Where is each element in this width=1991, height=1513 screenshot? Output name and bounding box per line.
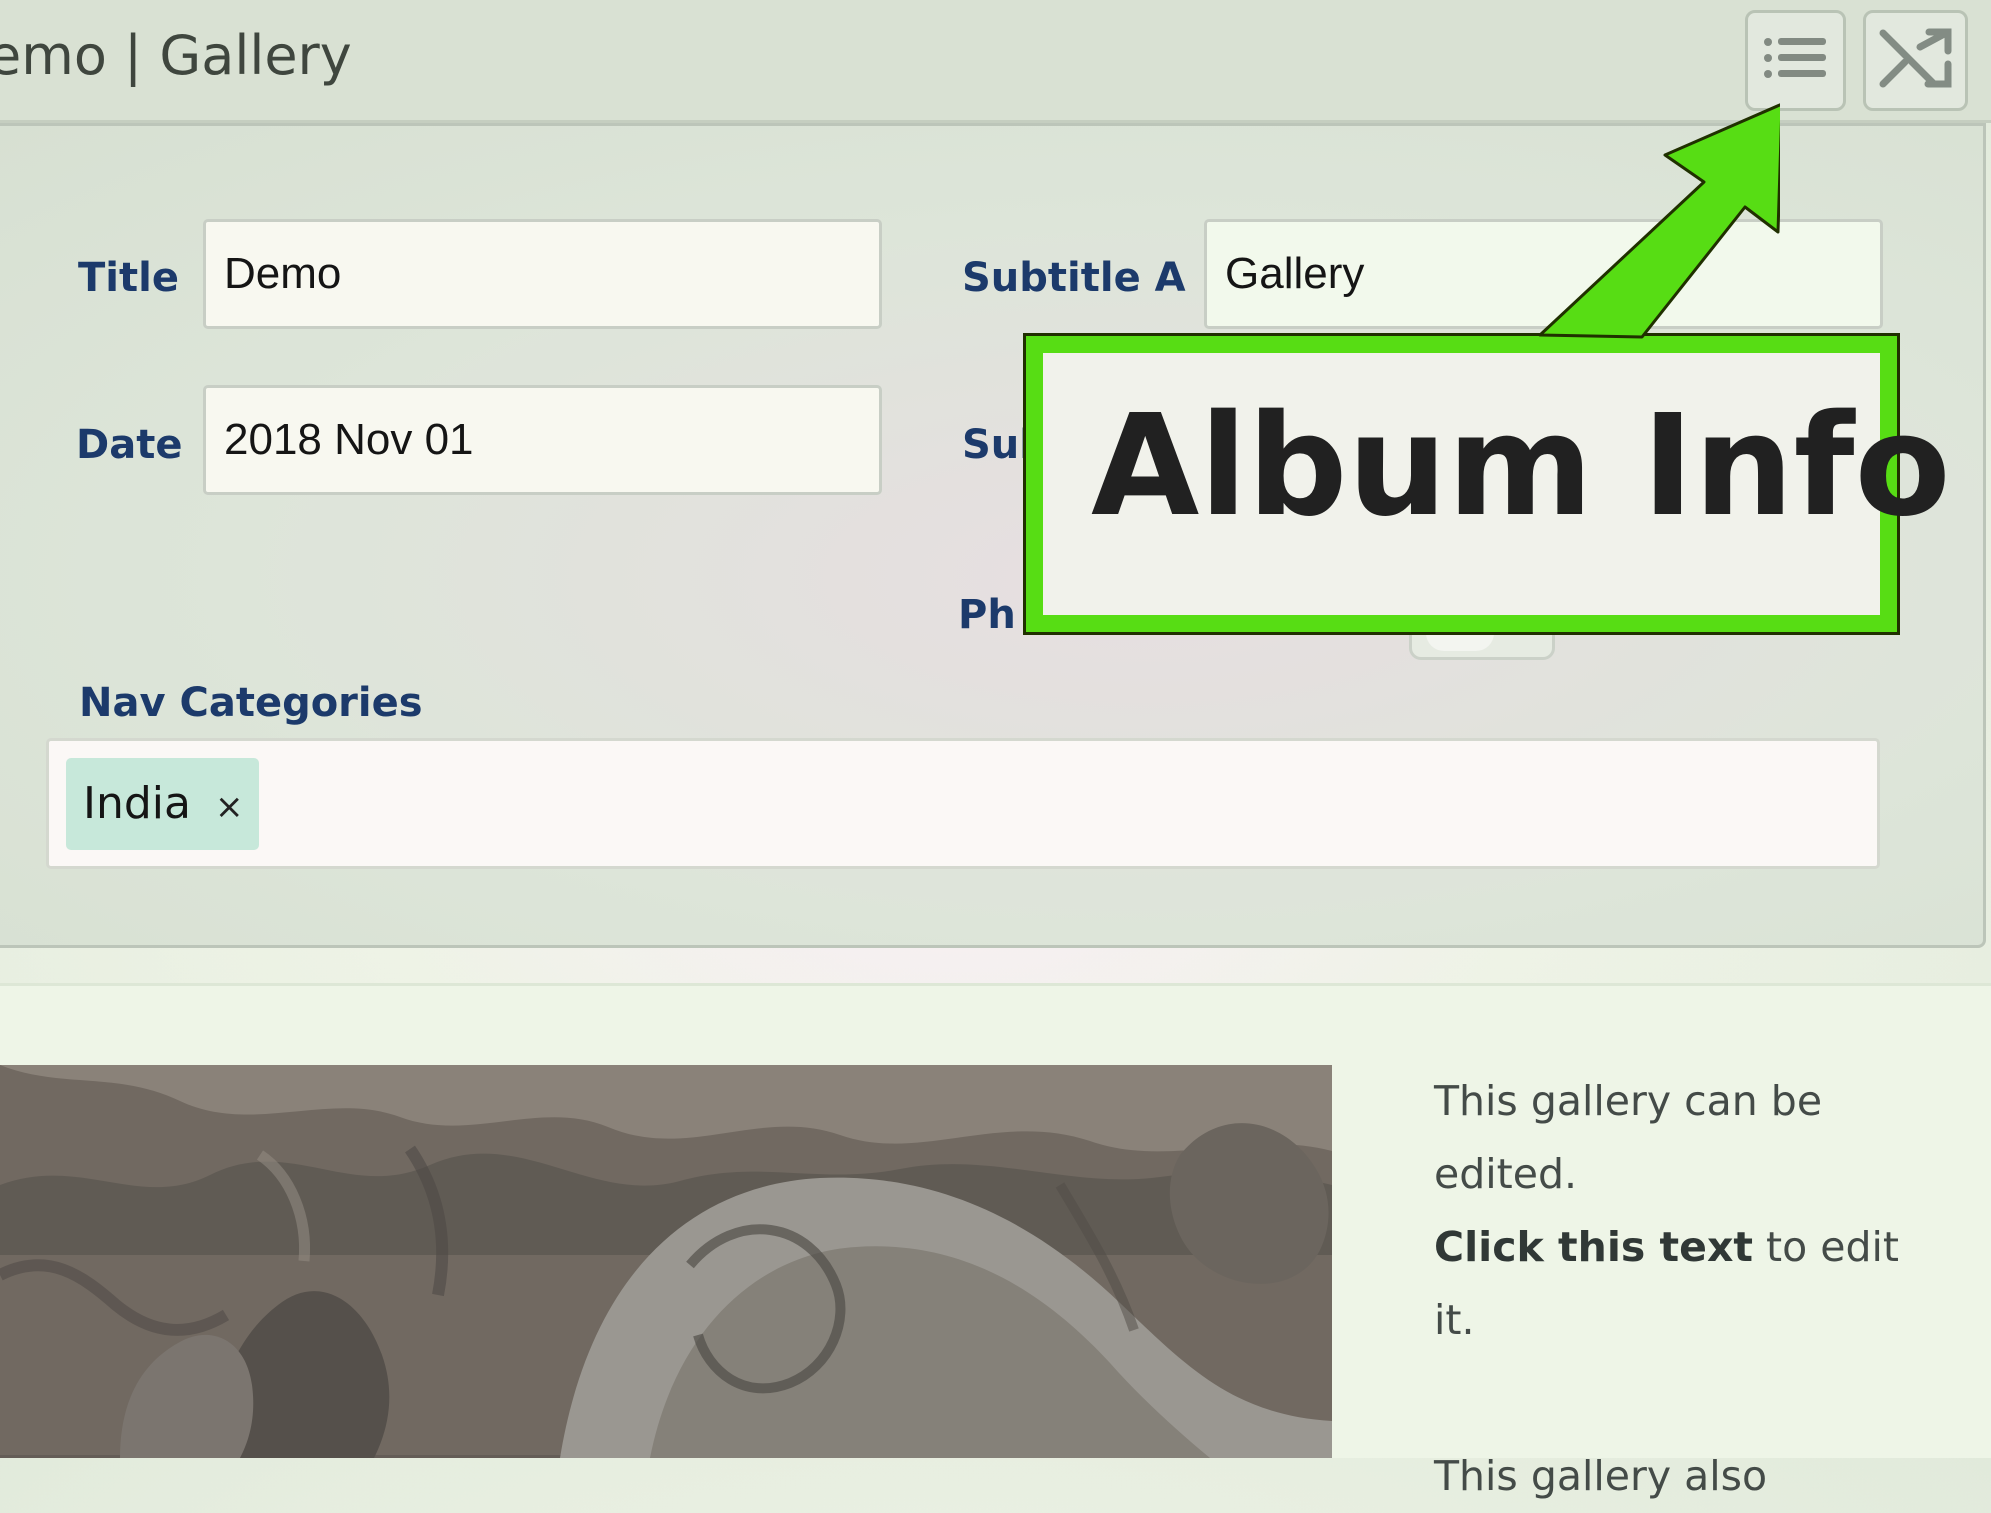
nav-categories-label: Nav Categories [79, 680, 423, 726]
remove-category-icon[interactable]: × [215, 761, 244, 853]
gallery-photo[interactable] [0, 1065, 1332, 1458]
description-edit-instruction: Click this text to edit it. [1434, 1211, 1914, 1357]
category-chip-label: India [83, 778, 191, 829]
title-label: Title [78, 255, 179, 301]
list-menu-icon [1764, 38, 1826, 78]
shuffle-icon [1879, 28, 1952, 88]
list-menu-button[interactable] [1745, 10, 1846, 111]
nav-categories-input[interactable]: India × [46, 738, 1880, 869]
title-input[interactable]: Demo [203, 219, 882, 329]
album-info-callout-label: Album Info [1091, 385, 1951, 548]
description-line-1: This gallery can be edited. [1434, 1077, 1823, 1198]
click-text-link[interactable]: Click this text [1434, 1223, 1753, 1271]
window-title: emo | Gallery [0, 24, 352, 87]
date-label: Date [76, 422, 183, 468]
subtitle-a-label: Subtitle A [962, 255, 1186, 301]
photo-setting-label: Ph [958, 592, 1016, 638]
shuffle-button[interactable] [1863, 10, 1968, 111]
gallery-description[interactable]: This gallery can be edited. Click this t… [1434, 1065, 1914, 1357]
album-info-callout: Album Info [1023, 333, 1951, 635]
stone-elephant-carving-image [0, 1065, 1332, 1458]
date-input[interactable]: 2018 Nov 01 [203, 385, 882, 495]
category-chip-india[interactable]: India × [66, 758, 259, 850]
callout-arrow-icon [1538, 103, 1780, 339]
description-next-partial: This gallery also [1434, 1452, 1768, 1500]
